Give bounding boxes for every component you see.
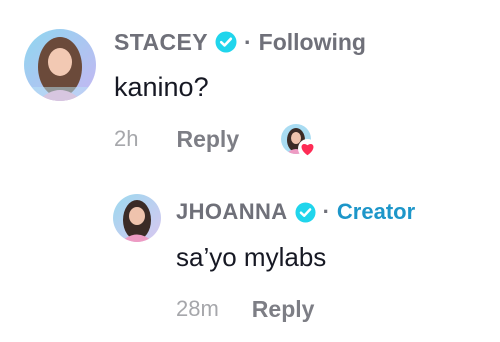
creator-liked-badge [281,124,317,158]
comment-header: STACEY · Following [114,28,366,56]
comment-actions: 2h Reply [114,124,239,154]
comment-reply-button[interactable]: Reply [176,126,239,153]
verified-check-icon [215,31,237,53]
reply-reply-button[interactable]: Reply [252,296,315,323]
reply-timestamp: 28m [176,296,219,321]
verified-check-icon [295,201,316,223]
separator-dot: · [322,199,330,224]
comment-text: kanino? [114,72,209,102]
following-label: Following [258,28,366,55]
reply-actions: 28m Reply [176,294,314,324]
reply-header: JHOANNA · Creator [176,198,415,226]
creator-label: Creator [336,199,416,224]
separator-dot: · [244,28,252,55]
avatar-stacey[interactable] [24,29,96,101]
avatar-jhoanna[interactable] [113,194,161,242]
comment-username[interactable]: STACEY [114,29,208,56]
heart-icon [298,139,317,158]
reply-text: sa’yo mylabs [176,242,327,272]
comment-timestamp: 2h [114,126,139,151]
reply-username[interactable]: JHOANNA [176,199,288,225]
